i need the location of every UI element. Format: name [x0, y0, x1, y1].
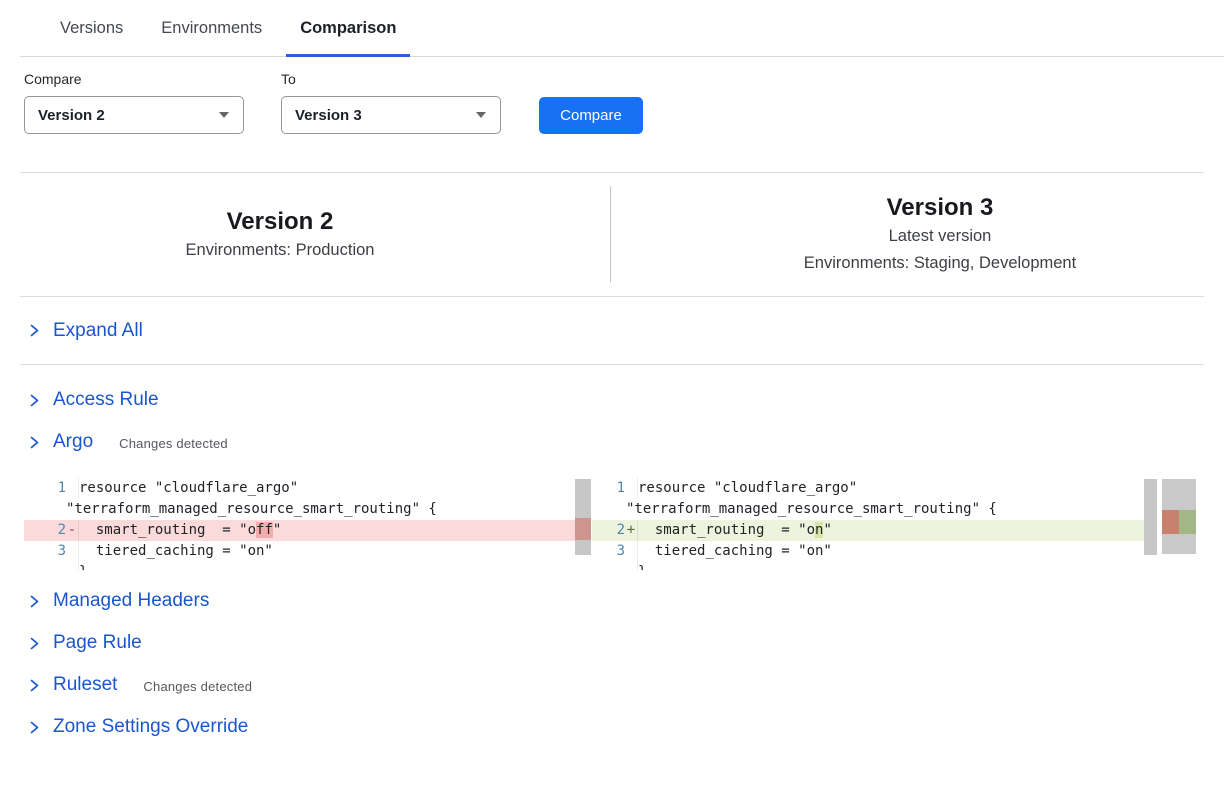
tab-comparison[interactable]: Comparison	[286, 19, 410, 57]
section-label: Managed Headers	[53, 590, 209, 612]
version-header-left: Version 2 Environments: Production	[24, 173, 536, 296]
line-number: 1	[24, 478, 66, 499]
diff-pane-left[interactable]: 1 resource "cloudflare_argo" "terraform_…	[24, 478, 592, 570]
code-text: resource "cloudflare_argo"	[637, 478, 1144, 499]
chevron-down-icon	[476, 112, 486, 118]
removed-marker: -	[66, 520, 78, 541]
chevron-right-icon	[28, 595, 41, 608]
diff-line: 1 resource "cloudflare_argo"	[24, 478, 575, 499]
compare-controls: Compare Version 2 To Version 3 Compare	[0, 57, 1224, 134]
right-version-latest: Latest version	[684, 223, 1196, 250]
code-text: resource "cloudflare_argo"	[78, 478, 575, 499]
argo-diff-viewer: 1 resource "cloudflare_argo" "terraform_…	[24, 478, 1197, 570]
scrollbar-change-marker	[575, 518, 591, 540]
chevron-right-icon	[28, 721, 41, 734]
added-marker: +	[625, 520, 637, 541]
changes-detected-badge: Changes detected	[143, 676, 252, 694]
compare-version-select[interactable]: Version 2	[24, 96, 244, 134]
version-header-right: Version 3 Latest version Environments: S…	[684, 173, 1196, 296]
version-headers: Version 2 Environments: Production Versi…	[0, 173, 1224, 296]
right-version-title: Version 3	[684, 192, 1196, 223]
section-managed-headers[interactable]: Managed Headers	[0, 580, 1224, 622]
line-number: 2	[592, 520, 625, 541]
section-label: Argo	[53, 431, 93, 453]
vertical-divider	[610, 186, 611, 282]
overview-removed-block	[1162, 510, 1179, 534]
chevron-right-icon	[28, 637, 41, 650]
line-number: 3	[24, 541, 66, 562]
compare-version-value: Version 2	[38, 107, 105, 124]
compare-button[interactable]: Compare	[539, 97, 643, 134]
section-page-rule[interactable]: Page Rule	[0, 622, 1224, 664]
diff-line: }	[592, 562, 1144, 570]
section-label: Ruleset	[53, 674, 117, 696]
section-label: Access Rule	[53, 389, 159, 411]
code-text: }	[78, 562, 575, 570]
resource-sections: Access Rule Argo Changes detected 1 reso…	[0, 379, 1224, 748]
compare-label: Compare	[24, 71, 244, 87]
diff-line-removed: 2 - smart_routing = "off"	[24, 520, 575, 541]
right-version-environments: Environments: Staging, Development	[684, 250, 1196, 277]
right-scrollbar[interactable]	[1144, 479, 1157, 555]
chevron-right-icon	[28, 679, 41, 692]
to-version-select[interactable]: Version 3	[281, 96, 501, 134]
to-label: To	[281, 71, 501, 87]
diff-line-wrap: "terraform_managed_resource_smart_routin…	[24, 499, 575, 520]
expand-all-label: Expand All	[53, 320, 143, 342]
tab-bar: Versions Environments Comparison	[20, 0, 1224, 57]
diff-line-wrap: "terraform_managed_resource_smart_routin…	[592, 499, 1144, 520]
section-access-rule[interactable]: Access Rule	[0, 379, 1224, 421]
code-text: smart_routing = "on"	[637, 520, 1144, 541]
to-version-value: Version 3	[295, 107, 362, 124]
code-text: smart_routing = "off"	[78, 520, 575, 541]
diff-pane-right[interactable]: 1 resource "cloudflare_argo" "terraform_…	[592, 478, 1197, 570]
changes-detected-badge: Changes detected	[119, 433, 228, 451]
chevron-down-icon	[219, 112, 229, 118]
expand-all-button[interactable]: Expand All	[0, 297, 1224, 364]
overview-change-marker	[1162, 510, 1196, 534]
section-label: Zone Settings Override	[53, 716, 248, 738]
overview-added-block	[1179, 510, 1196, 534]
chevron-right-icon	[28, 394, 41, 407]
diff-line: }	[24, 562, 575, 570]
line-number: 3	[592, 541, 625, 562]
diff-line: 1 resource "cloudflare_argo"	[592, 478, 1144, 499]
diff-line: 3 tiered_caching = "on"	[24, 541, 575, 562]
divider	[20, 364, 1204, 365]
line-number: 1	[592, 478, 625, 499]
section-zone-settings-override[interactable]: Zone Settings Override	[0, 706, 1224, 748]
removed-word-highlight: ff	[256, 522, 273, 538]
tab-versions[interactable]: Versions	[46, 19, 137, 57]
section-argo[interactable]: Argo Changes detected	[0, 421, 1224, 463]
section-ruleset[interactable]: Ruleset Changes detected	[0, 664, 1224, 706]
left-version-title: Version 2	[24, 206, 536, 237]
chevron-right-icon	[28, 436, 41, 449]
left-version-environments: Environments: Production	[24, 237, 536, 264]
tab-environments[interactable]: Environments	[147, 19, 276, 57]
diff-line-added: 2 + smart_routing = "on"	[592, 520, 1144, 541]
code-text: }	[637, 562, 1144, 570]
chevron-right-icon	[28, 324, 41, 337]
code-text: tiered_caching = "on"	[637, 541, 1144, 562]
code-text: tiered_caching = "on"	[78, 541, 575, 562]
line-number: 2	[24, 520, 66, 541]
diff-overview-ruler[interactable]	[1162, 479, 1196, 554]
section-label: Page Rule	[53, 632, 142, 654]
diff-line: 3 tiered_caching = "on"	[592, 541, 1144, 562]
left-scrollbar[interactable]	[575, 479, 591, 555]
